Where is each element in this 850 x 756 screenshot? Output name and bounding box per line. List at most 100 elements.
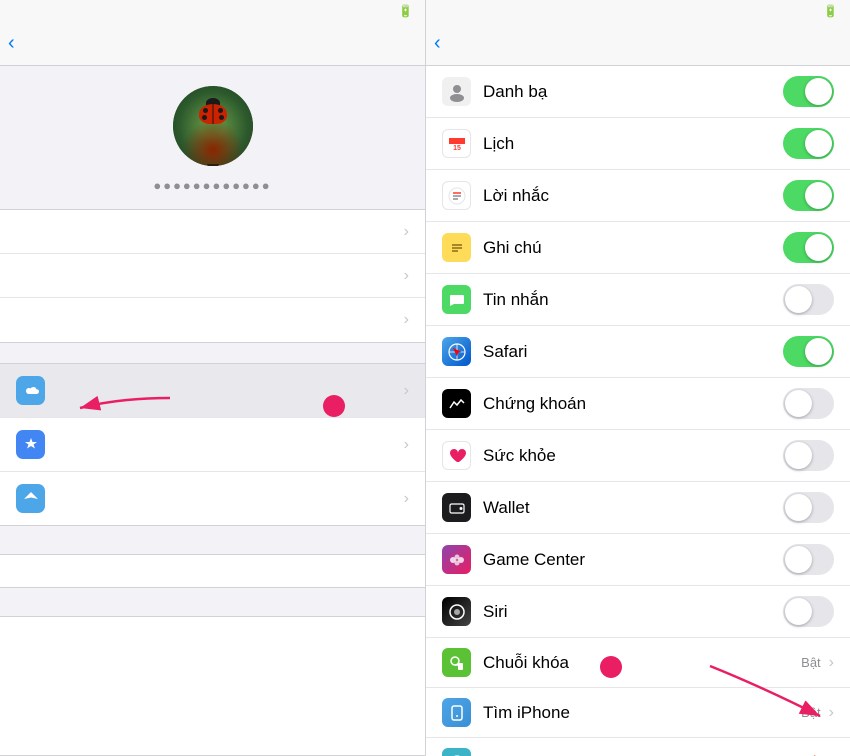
icloud-siri-label: Siri [483,602,783,622]
keychain-value: Bật [801,655,821,670]
icloud-item-contacts[interactable]: Danh bạ [426,66,850,118]
back-button-right[interactable]: ‹ [434,34,443,53]
nav-bar-left: ‹ [0,22,425,66]
gamecenter-icon [442,545,471,574]
avatar [173,86,253,166]
icloud-item-wallet[interactable]: Wallet [426,482,850,534]
battery-icon-left: 🔋 [398,4,413,18]
ladybug-decoration [199,104,227,128]
chevron-left-icon-right: ‹ [434,33,441,53]
status-bar-right: 🔋 [426,0,850,22]
left-panel: 🔋 ‹ [0,0,425,756]
icloud-icon [16,376,45,405]
chevron-icon-name: › [404,223,409,241]
contacts-icon [442,77,471,106]
siri-icon [442,597,471,626]
keychain-chevron: › [829,654,834,672]
menu-section-1: › › › [0,209,425,343]
back-button-left[interactable]: ‹ [8,34,17,53]
icloud-health-label: Sức khỏe [483,446,783,466]
annotation-badge-1 [323,395,345,417]
stocks-toggle[interactable] [783,388,834,419]
icloud-contacts-label: Danh bạ [483,82,783,102]
calendar-icon: 15 [442,129,471,158]
location-icon [16,484,45,513]
health-toggle[interactable] [783,440,834,471]
icloud-notes-label: Ghi chú [483,238,783,258]
icloud-keychain-label: Chuỗi khóa [483,653,801,673]
icloud-item-notes[interactable]: Ghi chú [426,222,850,274]
icloud-gamecenter-label: Game Center [483,550,783,570]
icloud-item-reminders[interactable]: Lời nhắc [426,170,850,222]
avatar-edit-label[interactable] [207,164,219,166]
menu-item-location[interactable]: › [0,472,425,525]
chevron-left-icon: ‹ [8,33,15,53]
menu-item-icloud[interactable]: › [0,364,425,418]
icloud-item-keychain[interactable]: Chuỗi khóa Bật › [426,638,850,688]
profile-section: ●●●●●●●●●●●● [0,66,425,209]
menu-item-name-phone[interactable]: › [0,210,425,254]
icloud-list: Danh bạ 15 Lịch Lời nhắc [426,66,850,756]
footer-family-label [0,538,425,550]
icloud-calendar-label: Lịch [483,134,783,154]
icloud-item-calendar[interactable]: 15 Lịch [426,118,850,170]
keychain-value-row: Bật › [801,654,834,672]
icloud-messages-label: Tin nhắn [483,290,783,310]
chevron-icon-icloud: › [404,382,409,400]
wallet-toggle[interactable] [783,492,834,523]
nav-bar-right: ‹ [426,22,850,66]
icloud-item-health[interactable]: Sức khỏe [426,430,850,482]
icloud-item-messages[interactable]: Tin nhắn [426,274,850,326]
notes-toggle[interactable] [783,232,834,263]
reminders-icon [442,181,471,210]
contacts-toggle[interactable] [783,76,834,107]
avatar-container[interactable] [173,86,253,166]
stocks-icon [442,389,471,418]
icloud-reminders-label: Lời nhắc [483,186,783,206]
safari-toggle[interactable] [783,336,834,367]
icloud-wallet-label: Wallet [483,498,783,518]
messages-toggle[interactable] [783,284,834,315]
icloud-item-siri[interactable]: Siri [426,586,850,638]
svg-text:15: 15 [453,145,461,152]
menu-item-password[interactable]: › [0,254,425,298]
profile-email: ●●●●●●●●●●●● [153,178,271,193]
annotation-badge-2 [600,656,622,678]
messages-icon [442,285,471,314]
icloud-item-gamecenter[interactable]: Game Center [426,534,850,586]
icloud-item-findmy[interactable]: Tìm iPhone Bật › [426,688,850,738]
icloud-safari-label: Safari [483,342,783,362]
battery-icon-right: 🔋 [823,4,838,18]
menu-item-payment[interactable]: › [0,298,425,342]
icloud-item-safari[interactable]: Safari [426,326,850,378]
calendar-toggle[interactable] [783,128,834,159]
icloud-backup-label: Sao lưu iCloud [483,753,802,756]
notes-icon [442,233,471,262]
menu-item-itunes[interactable]: › [0,418,425,472]
right-panel: 🔋 ‹ Danh bạ 15 [425,0,850,756]
footer-devices-label [0,600,425,612]
findmy-chevron: › [829,704,834,722]
siri-toggle[interactable] [783,596,834,627]
wallet-icon [442,493,471,522]
status-bar-left: 🔋 [0,0,425,22]
findmy-icon [442,698,471,727]
appstore-icon [16,430,45,459]
safari-icon [442,337,471,366]
icloud-stocks-label: Chứng khoán [483,394,783,414]
findmy-value-row: Bật › [801,704,834,722]
keychain-icon [442,648,471,677]
health-icon [442,441,471,470]
chevron-icon-payment: › [404,311,409,329]
gamecenter-toggle[interactable] [783,544,834,575]
icloud-item-stocks[interactable]: Chứng khoán [426,378,850,430]
icloud-findmy-label: Tìm iPhone [483,703,801,723]
chevron-icon-itunes: › [404,436,409,454]
chevron-icon-password: › [404,267,409,285]
reminders-toggle[interactable] [783,180,834,211]
icloud-item-backup[interactable]: Sao lưu iCloud Tắt › [426,738,850,756]
menu-section-2: › › › [0,363,425,526]
backup-icon [442,748,471,756]
findmy-value: Bật [801,705,821,720]
chevron-icon-location: › [404,490,409,508]
